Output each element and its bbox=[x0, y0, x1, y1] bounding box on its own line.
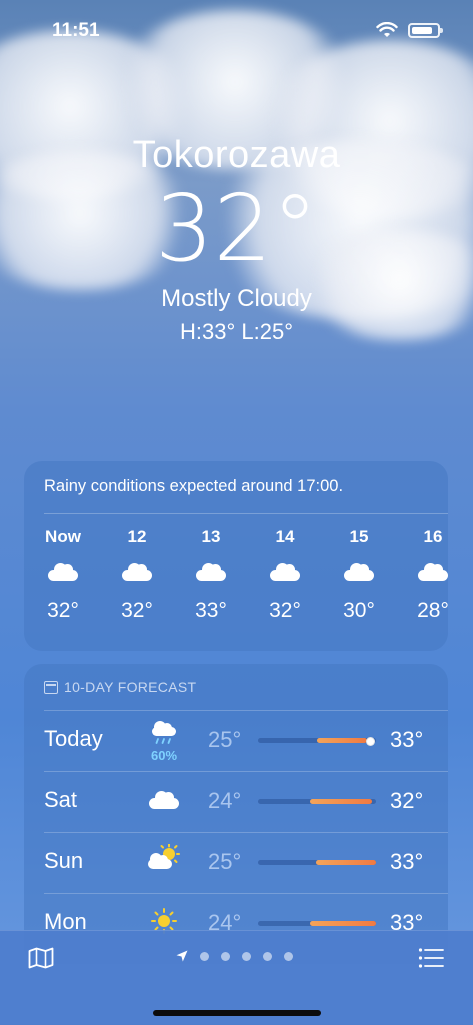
forecast-header: 10-DAY FORECAST bbox=[44, 679, 196, 695]
page-dot[interactable] bbox=[221, 951, 230, 961]
hour-temp: 32° bbox=[269, 599, 301, 622]
cloud-icon bbox=[196, 561, 226, 581]
page-dot[interactable] bbox=[284, 951, 293, 961]
high-low-text: H:33° L:25° bbox=[180, 319, 293, 344]
hour-label: 16 bbox=[423, 527, 443, 546]
hourly-summary: Rainy conditions expected around 17:00. bbox=[44, 477, 344, 495]
forecast-day: Sun bbox=[44, 848, 84, 873]
hour-item: 15 30° bbox=[329, 527, 389, 623]
page-dot[interactable] bbox=[200, 951, 209, 961]
hour-temp: 32° bbox=[121, 599, 153, 622]
hour-item: 13 33° bbox=[181, 527, 241, 623]
hour-label: 13 bbox=[201, 527, 221, 546]
wifi-icon bbox=[376, 22, 398, 37]
current-temperature: 32° bbox=[154, 175, 319, 282]
divider bbox=[44, 832, 448, 833]
status-bar: 11:51 bbox=[0, 0, 473, 60]
precip-chance: 60% bbox=[150, 748, 178, 763]
hour-temp: 30° bbox=[343, 599, 375, 622]
hour-temp: 33° bbox=[195, 599, 227, 622]
cloud-icon bbox=[122, 561, 152, 581]
hour-label: Now bbox=[45, 527, 81, 546]
forecast-high: 33° bbox=[390, 727, 424, 752]
forecast-high: 33° bbox=[390, 849, 424, 874]
forecast-row[interactable]: Sun 25° 33° bbox=[44, 832, 448, 892]
temp-range-bar bbox=[258, 860, 376, 865]
forecast-high: 32° bbox=[390, 788, 424, 813]
temp-range-bar bbox=[258, 799, 376, 804]
current-temp-dot bbox=[366, 737, 375, 746]
hour-temp: 32° bbox=[47, 599, 79, 622]
hour-item: 12 32° bbox=[107, 527, 167, 623]
hour-item: 16 28° bbox=[403, 527, 448, 623]
hour-item: 14 32° bbox=[255, 527, 315, 623]
divider bbox=[44, 710, 448, 711]
ten-day-forecast-card[interactable]: 10-DAY FORECAST Today 60% 25° 33° Sat 24… bbox=[24, 664, 448, 964]
list-icon[interactable] bbox=[418, 947, 444, 969]
divider bbox=[44, 513, 448, 514]
status-time: 11:51 bbox=[52, 20, 100, 41]
forecast-row[interactable]: Today 60% 25° 33° bbox=[44, 710, 448, 770]
hourly-forecast-card[interactable]: Rainy conditions expected around 17:00. … bbox=[24, 461, 448, 651]
cloud-icon bbox=[418, 561, 448, 581]
hour-label: 15 bbox=[349, 527, 369, 546]
temp-range-bar bbox=[258, 921, 376, 926]
hour-temp: 28° bbox=[417, 599, 448, 622]
condition-text: Mostly Cloudy bbox=[161, 285, 312, 312]
forecast-low: 25° bbox=[208, 849, 242, 874]
sun-behind-cloud-icon bbox=[144, 843, 184, 877]
hour-label: 14 bbox=[275, 527, 295, 546]
forecast-low: 25° bbox=[208, 727, 242, 752]
battery-icon bbox=[408, 23, 443, 38]
forecast-low: 24° bbox=[208, 788, 242, 813]
hour-item: Now 32° bbox=[33, 527, 93, 623]
location-arrow-icon bbox=[176, 950, 188, 962]
calendar-icon bbox=[44, 681, 58, 694]
city-name: Tokorozawa bbox=[132, 134, 341, 176]
map-icon[interactable] bbox=[28, 947, 54, 969]
current-weather: Tokorozawa 32° Mostly Cloudy H:33° L:25° bbox=[0, 130, 473, 345]
forecast-day: Sat bbox=[44, 787, 78, 812]
cloud-icon bbox=[344, 561, 374, 581]
divider bbox=[44, 893, 448, 894]
temp-range-bar bbox=[258, 737, 376, 746]
home-indicator[interactable] bbox=[153, 1010, 321, 1016]
page-indicator[interactable] bbox=[176, 949, 293, 963]
cloud-icon bbox=[144, 789, 184, 809]
hour-label: 12 bbox=[127, 527, 147, 546]
forecast-header-label: 10-DAY FORECAST bbox=[64, 679, 197, 695]
page-dot[interactable] bbox=[242, 951, 251, 961]
forecast-day: Today bbox=[44, 726, 103, 751]
cloud-icon bbox=[48, 561, 78, 581]
bottom-toolbar bbox=[0, 930, 473, 1025]
forecast-row[interactable]: Sat 24° 32° bbox=[44, 771, 448, 831]
divider bbox=[44, 771, 448, 772]
cloud-icon bbox=[270, 561, 300, 581]
page-dot[interactable] bbox=[263, 951, 272, 961]
